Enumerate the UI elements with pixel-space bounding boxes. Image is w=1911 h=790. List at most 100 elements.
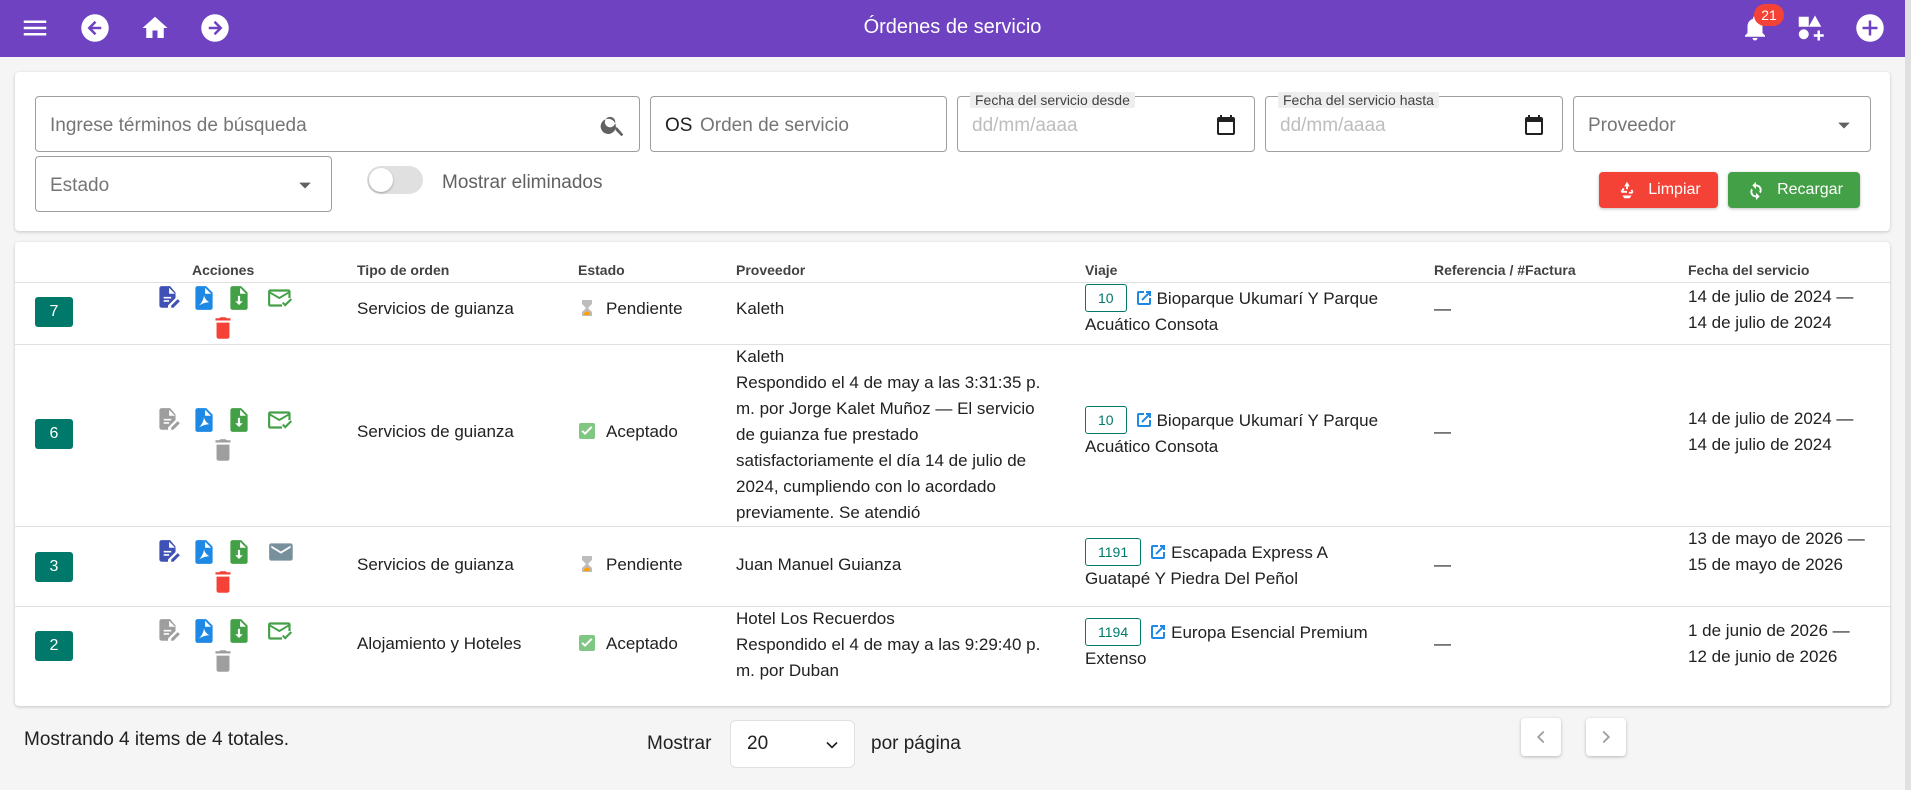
provider-response-note: Respondido el 4 de may a las 3:31:35 p. … <box>736 373 1041 522</box>
search-icon[interactable] <box>599 111 627 139</box>
provider-cell: Kaleth Respondido el 4 de may a las 3:31… <box>736 344 1056 526</box>
pdf-icon[interactable] <box>191 406 217 434</box>
check-box-icon <box>578 422 596 440</box>
service-orders-table: Acciones Tipo de orden Estado Proveedor … <box>15 242 1890 706</box>
open-external-icon[interactable] <box>1135 289 1153 307</box>
search-input[interactable]: Ingrese términos de búsqueda <box>35 96 640 152</box>
clear-button[interactable]: Limpiar <box>1599 172 1718 208</box>
service-date-cell: 1 de junio de 2026 — 12 de junio de 2026 <box>1688 621 1850 666</box>
header-provider[interactable]: Proveedor <box>736 262 805 278</box>
widgets-add-icon[interactable] <box>1795 13 1825 43</box>
edit-document-icon[interactable] <box>155 617 181 645</box>
email-sent-icon[interactable] <box>267 617 297 645</box>
provider-name: Hotel Los Recuerdos <box>736 609 895 628</box>
notification-count-badge: 21 <box>1754 4 1784 26</box>
date-from-label: Fecha del servicio desde <box>970 92 1135 108</box>
filters-panel: Ingrese términos de búsqueda OS Orden de… <box>15 72 1890 231</box>
provider-response-note: Respondido el 4 de may a las 9:29:40 p. … <box>736 635 1041 680</box>
status-cell: Aceptado <box>578 631 678 657</box>
status-placeholder: Estado <box>50 175 110 196</box>
order-number-badge[interactable]: 6 <box>35 419 73 449</box>
header-reference[interactable]: Referencia / #Factura <box>1434 262 1576 278</box>
order-number-badge[interactable]: 3 <box>35 552 73 582</box>
add-circle-icon[interactable] <box>1855 13 1885 43</box>
pdf-icon[interactable] <box>191 284 217 312</box>
show-deleted-toggle[interactable] <box>367 166 423 194</box>
reload-button[interactable]: Recargar <box>1728 172 1860 208</box>
reference-cell: — <box>1434 555 1451 574</box>
date-to-input[interactable]: Fecha del servicio hasta dd/mm/aaaa <box>1265 92 1563 152</box>
row-divider <box>15 282 1890 283</box>
order-type-cell: Servicios de guianza <box>357 299 514 318</box>
email-icon[interactable] <box>267 538 297 566</box>
trip-id-badge[interactable]: 1194 <box>1085 618 1142 646</box>
check-box-icon <box>578 634 596 652</box>
header-service-date[interactable]: Fecha del servicio <box>1688 262 1809 278</box>
trip-id-badge[interactable]: 10 <box>1085 284 1127 312</box>
next-page-button[interactable] <box>1586 718 1626 756</box>
edit-document-icon[interactable] <box>155 284 181 312</box>
refresh-icon <box>1750 181 1762 201</box>
row-divider <box>15 526 1890 527</box>
trip-name[interactable]: Bioparque Ukumarí Y Parque Acuático Cons… <box>1085 411 1378 456</box>
status-text: Pendiente <box>606 555 683 574</box>
page-size-select[interactable]: 20 <box>730 720 855 768</box>
trip-id-badge[interactable]: 1191 <box>1085 538 1142 566</box>
edit-document-icon[interactable] <box>155 538 181 566</box>
download-file-icon[interactable] <box>226 538 252 566</box>
pagination-summary: Mostrando 4 items de 4 totales. <box>24 729 290 750</box>
header-actions: Acciones <box>192 262 255 278</box>
order-number-badge[interactable]: 7 <box>35 297 73 327</box>
date-from-placeholder: dd/mm/aaaa <box>972 115 1078 136</box>
header-trip[interactable]: Viaje <box>1085 262 1117 278</box>
pdf-icon[interactable] <box>191 538 217 566</box>
edit-document-icon[interactable] <box>155 406 181 434</box>
trip-cell: 1194 Europa Esencial Premium Extenso <box>1085 618 1395 672</box>
open-external-icon[interactable] <box>1149 543 1167 561</box>
show-deleted-label: Mostrar eliminados <box>442 172 603 193</box>
download-file-icon[interactable] <box>226 284 252 312</box>
order-number-badge[interactable]: 2 <box>35 631 73 661</box>
trip-cell: 10 Bioparque Ukumarí Y Parque Acuático Co… <box>1085 406 1395 460</box>
trip-cell: 1191 Escapada Express A Guatapé Y Piedra … <box>1085 538 1395 592</box>
provider-cell: Hotel Los Recuerdos Respondido el 4 de m… <box>736 606 1056 684</box>
delete-trash-icon[interactable] <box>210 568 236 596</box>
email-sent-icon[interactable] <box>267 284 297 312</box>
date-to-label: Fecha del servicio hasta <box>1278 92 1439 108</box>
previous-page-button[interactable] <box>1521 718 1561 756</box>
reference-cell: — <box>1434 634 1451 653</box>
page-scrollbar[interactable] <box>1905 0 1911 790</box>
service-order-input[interactable]: OS Orden de servicio <box>650 96 947 152</box>
provider-select[interactable]: Proveedor <box>1573 96 1871 152</box>
status-text: Pendiente <box>606 299 683 318</box>
trip-name[interactable]: Bioparque Ukumarí Y Parque Acuático Cons… <box>1085 289 1378 334</box>
trip-id-badge[interactable]: 10 <box>1085 406 1127 434</box>
pdf-icon[interactable] <box>191 617 217 645</box>
date-from-input[interactable]: Fecha del servicio desde dd/mm/aaaa <box>957 92 1255 152</box>
reference-cell: — <box>1434 422 1451 441</box>
provider-cell: Juan Manuel Guianza <box>736 555 902 574</box>
service-date-cell: 13 de mayo de 2026 — 15 de mayo de 2026 <box>1688 529 1865 574</box>
open-external-icon[interactable] <box>1135 411 1153 429</box>
trip-cell: 10 Bioparque Ukumarí Y Parque Acuático Co… <box>1085 284 1395 338</box>
date-to-placeholder: dd/mm/aaaa <box>1280 115 1386 136</box>
header-order-type[interactable]: Tipo de orden <box>357 262 449 278</box>
status-select[interactable]: Estado <box>35 156 332 212</box>
app-bar: Órdenes de servicio 21 <box>0 0 1905 57</box>
delete-trash-icon[interactable] <box>210 436 236 464</box>
calendar-icon[interactable] <box>1522 113 1546 137</box>
email-sent-icon[interactable] <box>267 406 297 434</box>
download-file-icon[interactable] <box>226 406 252 434</box>
dropdown-arrow-icon <box>1830 111 1858 139</box>
status-text: Aceptado <box>606 634 678 653</box>
delete-trash-icon[interactable] <box>210 647 236 675</box>
page-size-value: 20 <box>747 733 769 754</box>
delete-trash-icon[interactable] <box>210 314 236 342</box>
download-file-icon[interactable] <box>226 617 252 645</box>
open-external-icon[interactable] <box>1149 623 1167 641</box>
header-status[interactable]: Estado <box>578 262 625 278</box>
chevron-right-icon <box>1602 730 1611 744</box>
provider-cell: Kaleth <box>736 299 785 318</box>
calendar-icon[interactable] <box>1214 113 1238 137</box>
provider-placeholder: Proveedor <box>1588 115 1676 136</box>
